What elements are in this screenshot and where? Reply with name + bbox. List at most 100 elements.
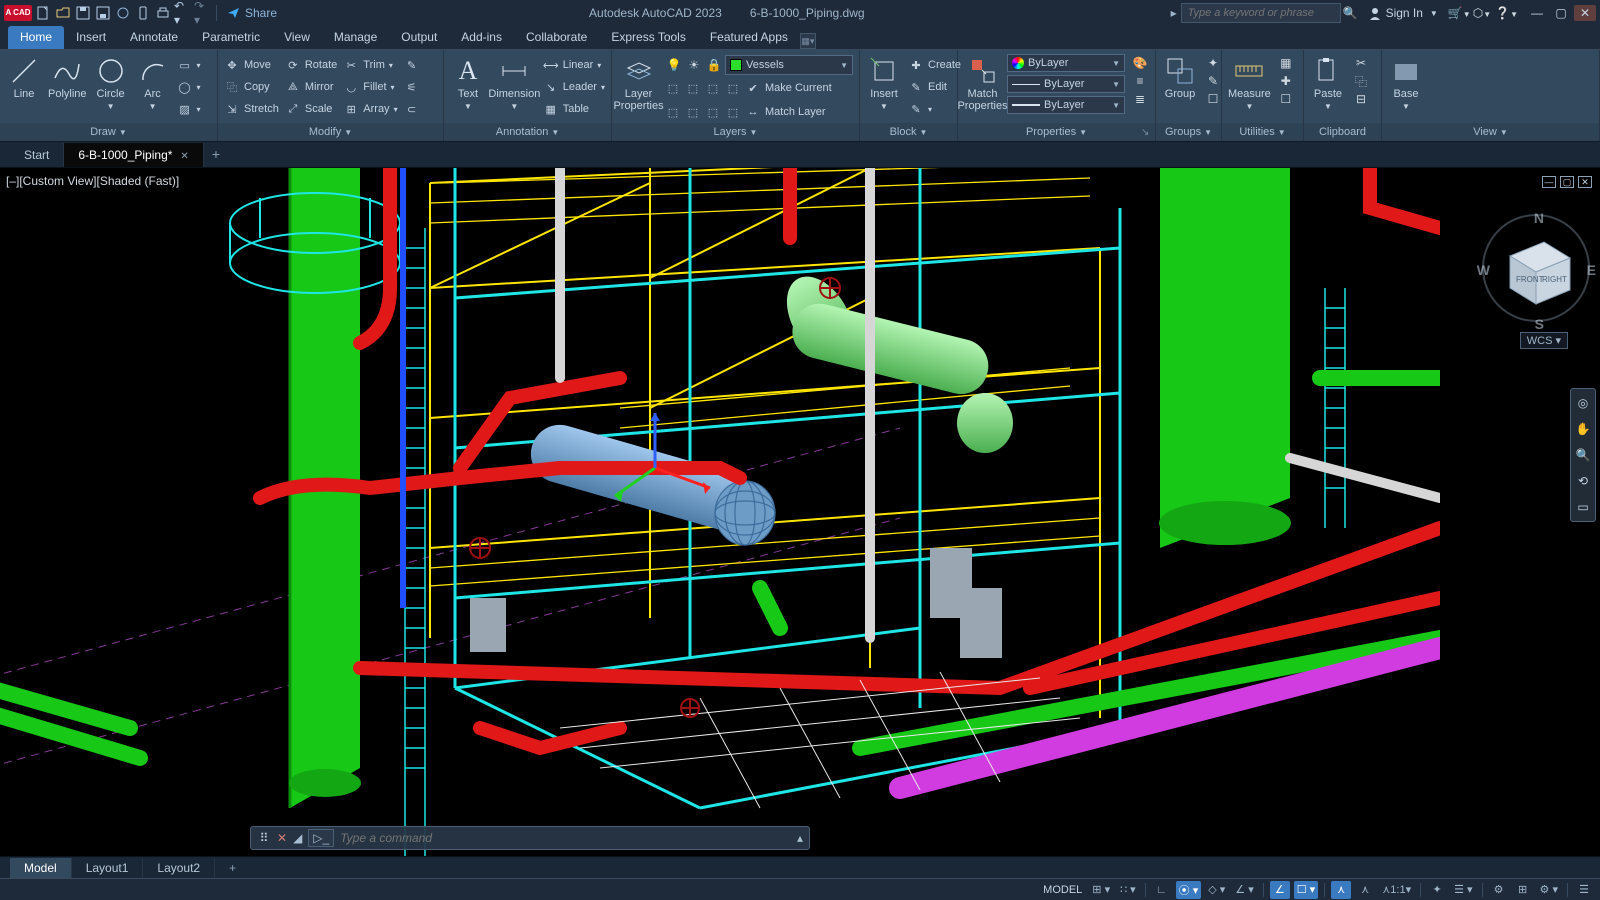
- layer-properties-button[interactable]: LayerProperties: [618, 54, 659, 112]
- tab-active-file[interactable]: 6-B-1000_Piping*✕: [64, 143, 203, 167]
- table-button[interactable]: ▦Table: [543, 98, 605, 120]
- tab-insert[interactable]: Insert: [64, 26, 118, 49]
- make-current-icon[interactable]: ✔: [745, 80, 761, 96]
- block-attr-icon[interactable]: ✎: [908, 101, 924, 117]
- grid-icon[interactable]: ⊞ ▾: [1089, 881, 1113, 899]
- arc-button[interactable]: Arc▼: [135, 54, 171, 112]
- ortho-icon[interactable]: ∟: [1152, 881, 1172, 899]
- prop-icon-2[interactable]: ≡: [1131, 72, 1149, 90]
- web-icon[interactable]: [114, 4, 132, 22]
- command-bar[interactable]: ⠿ ✕ ◢ ▷_ ▴: [250, 826, 810, 850]
- match-properties-button[interactable]: MatchProperties: [964, 54, 1001, 112]
- vp-max-icon[interactable]: ▢: [1560, 176, 1574, 188]
- array-button[interactable]: ⊞Array ▾: [343, 98, 397, 120]
- create-button[interactable]: ✚Create: [908, 54, 961, 76]
- layout-add[interactable]: +: [215, 858, 250, 878]
- lineweight-combo[interactable]: ByLayer▼: [1007, 96, 1125, 114]
- rect-icon[interactable]: ▭: [177, 57, 193, 73]
- layer-combo[interactable]: Vessels▼: [725, 55, 853, 75]
- anno3-icon[interactable]: ⋏ 1:1 ▾: [1379, 881, 1414, 899]
- cart-icon[interactable]: 🛒▼: [1448, 6, 1471, 20]
- sun-icon[interactable]: ☀: [685, 56, 703, 74]
- nav-wheel-icon[interactable]: ◎: [1573, 393, 1593, 413]
- paste-button[interactable]: Paste▼: [1310, 54, 1346, 112]
- make-current[interactable]: Make Current: [765, 82, 832, 94]
- close-button[interactable]: ✕: [1574, 5, 1596, 21]
- tab-collaborate[interactable]: Collaborate: [514, 26, 599, 49]
- nav-orbit-icon[interactable]: ⟲: [1573, 471, 1593, 491]
- nav-zoom-icon[interactable]: 🔍: [1573, 445, 1593, 465]
- measure-button[interactable]: Measure▼: [1228, 54, 1271, 112]
- viewcube[interactable]: FRONT RIGHT: [1492, 224, 1582, 314]
- polar-icon[interactable]: ⦿ ▾: [1176, 881, 1202, 899]
- tab-output[interactable]: Output: [389, 26, 449, 49]
- util-icon-3[interactable]: ☐: [1277, 90, 1295, 108]
- app-switcher-icon[interactable]: ⬡▼: [1473, 6, 1491, 20]
- layout-tab-model[interactable]: Model: [10, 858, 72, 878]
- rotate-button[interactable]: ⟳Rotate: [285, 54, 337, 76]
- leader-button[interactable]: ↘Leader ▾: [543, 76, 605, 98]
- tab-start[interactable]: Start: [10, 143, 64, 167]
- dimension-button[interactable]: Dimension▼: [492, 54, 537, 112]
- saveas-icon[interactable]: [94, 4, 112, 22]
- app-badge[interactable]: A CAD: [4, 5, 32, 21]
- nav-show-icon[interactable]: ▭: [1573, 497, 1593, 517]
- lock-ui-icon[interactable]: ⊞: [1513, 881, 1533, 899]
- osnap2-icon[interactable]: ☐ ▾: [1294, 881, 1318, 899]
- offset-icon[interactable]: ⊂: [404, 101, 420, 117]
- hw-icon[interactable]: ⚙: [1489, 881, 1509, 899]
- mobile-icon[interactable]: [134, 4, 152, 22]
- minimize-button[interactable]: —: [1526, 5, 1548, 21]
- copy-button[interactable]: ⿻Copy: [224, 76, 279, 98]
- layout-tab-1[interactable]: Layout1: [72, 858, 144, 878]
- copy-clip-icon[interactable]: ⿻: [1352, 72, 1370, 90]
- ungroup-icon[interactable]: ✦: [1204, 54, 1222, 72]
- snap-icon[interactable]: ∷ ▾: [1117, 881, 1139, 899]
- cmd-expand-icon[interactable]: ◢: [293, 831, 302, 845]
- search-input[interactable]: [1181, 3, 1341, 23]
- hatch-icon[interactable]: ▨: [177, 101, 193, 117]
- tab-app-icon[interactable]: ▦▾: [800, 33, 816, 49]
- custom-icon[interactable]: ☰: [1574, 881, 1594, 899]
- layout-tab-2[interactable]: Layout2: [143, 858, 215, 878]
- print-icon[interactable]: [154, 4, 172, 22]
- model-space-button[interactable]: MODEL: [1040, 881, 1085, 899]
- color-combo[interactable]: ByLayer▼: [1007, 54, 1125, 72]
- util-icon-1[interactable]: ▦: [1277, 54, 1295, 72]
- group-button[interactable]: Group: [1162, 54, 1198, 100]
- text-button[interactable]: A Text▼: [450, 54, 486, 112]
- tab-new[interactable]: +: [204, 141, 224, 167]
- lock-icon[interactable]: 🔒: [705, 56, 723, 74]
- maximize-button[interactable]: ▢: [1550, 5, 1572, 21]
- polyline-button[interactable]: Polyline: [48, 54, 87, 100]
- save-icon[interactable]: [74, 4, 92, 22]
- anno2-icon[interactable]: ⋏: [1355, 881, 1375, 899]
- match-layer[interactable]: Match Layer: [765, 106, 826, 118]
- undo-icon[interactable]: ↶ ▾: [174, 4, 192, 22]
- osnap-icon[interactable]: ∠: [1270, 881, 1290, 899]
- ws-icon[interactable]: ⚙ ▾: [1537, 881, 1561, 899]
- prop-icon-3[interactable]: ≣: [1131, 90, 1149, 108]
- sel-cycle-icon[interactable]: ☰ ▾: [1451, 881, 1475, 899]
- cmd-handle-icon[interactable]: ⠿: [257, 831, 271, 845]
- scale-button[interactable]: ⤢Scale: [285, 98, 337, 120]
- share-button[interactable]: Share: [221, 6, 283, 20]
- help-icon[interactable]: ❔▼: [1495, 6, 1518, 20]
- anno-icon[interactable]: ⋏: [1331, 881, 1351, 899]
- panel-expand-icon[interactable]: ↘: [1141, 127, 1153, 139]
- new-icon[interactable]: [34, 4, 52, 22]
- cmd-close-icon[interactable]: ✕: [277, 831, 287, 845]
- cut-icon[interactable]: ✂: [1352, 54, 1370, 72]
- iso-icon[interactable]: ◇ ▾: [1205, 881, 1228, 899]
- fillet-button[interactable]: ◡Fillet ▾: [343, 76, 397, 98]
- stretch-button[interactable]: ⇲Stretch: [224, 98, 279, 120]
- ellipse-icon[interactable]: ◯: [177, 79, 193, 95]
- cmd-up-icon[interactable]: ▴: [797, 831, 803, 845]
- wcs-label[interactable]: WCS ▾: [1520, 332, 1568, 349]
- vp-min-icon[interactable]: —: [1542, 176, 1556, 188]
- group-sel-icon[interactable]: ☐: [1204, 90, 1222, 108]
- trim-button[interactable]: ✂Trim ▾: [343, 54, 397, 76]
- erase-icon[interactable]: ✎: [404, 57, 420, 73]
- bulb-icon[interactable]: 💡: [665, 56, 683, 74]
- insert-button[interactable]: Insert▼: [866, 54, 902, 112]
